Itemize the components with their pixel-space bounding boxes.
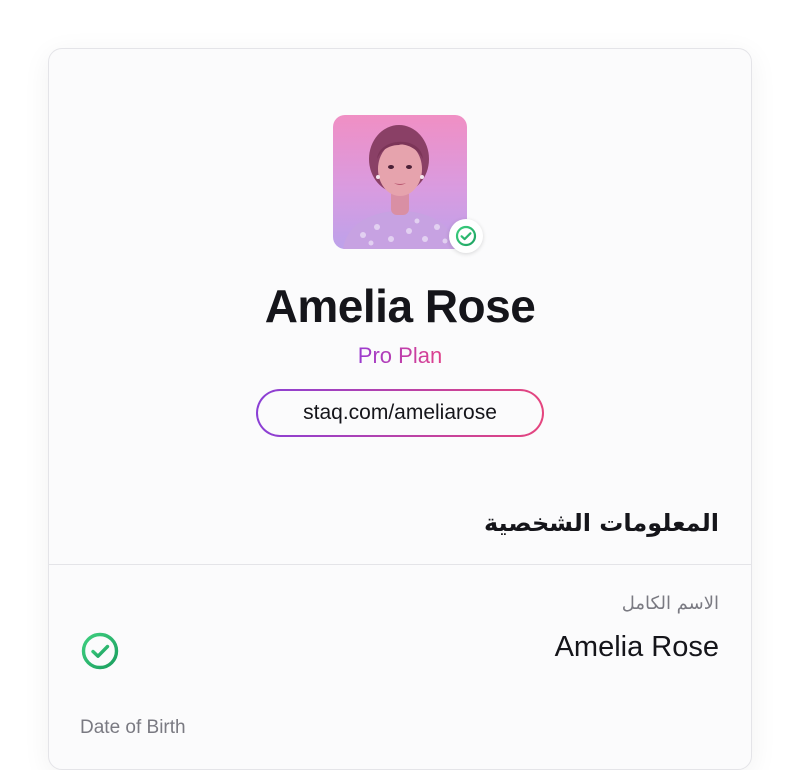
profile-link-pill[interactable]: staq.com/ameliarose [256,389,544,437]
profile-link[interactable]: staq.com/ameliarose [258,391,542,435]
profile-card: Amelia Rose Pro Plan staq.com/ameliarose… [48,48,752,770]
section-title-personal-info: المعلومات الشخصية [483,509,719,537]
avatar[interactable] [333,115,467,249]
divider [49,564,751,565]
field-label-date-of-birth: Date of Birth [80,717,186,738]
check-circle-icon-svg [81,632,119,670]
plan-text: Pro Plan [357,343,443,368]
plan-label: Pro Plan [49,341,751,371]
check-circle-icon [455,225,477,247]
avatar-container[interactable] [333,115,483,253]
verified-badge [449,219,483,253]
field-label-full-name: الاسم الكامل [621,593,719,614]
avatar-photo [343,125,457,249]
field-value-full-name: Amelia Rose [554,631,719,663]
profile-name: Amelia Rose [264,280,536,332]
check-circle-icon [80,631,120,671]
